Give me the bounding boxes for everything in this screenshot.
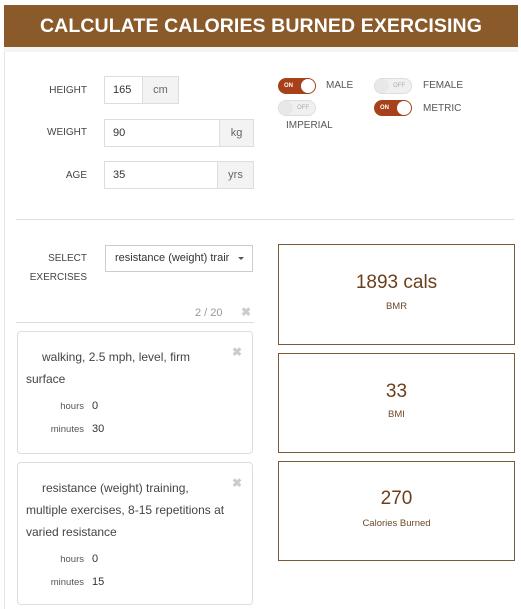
female-label: FEMALE — [423, 80, 464, 91]
age-input[interactable]: 35 — [105, 162, 217, 188]
exercise-name: walking, 2.5 mph, level, firm surface — [26, 350, 191, 386]
section-divider — [16, 219, 514, 220]
calories-label: Calories Burned — [362, 518, 431, 529]
hours-label: hours — [60, 401, 84, 412]
age-label: AGE — [65, 170, 87, 181]
male-toggle[interactable]: ON — [278, 78, 316, 94]
caret-down-icon — [238, 257, 244, 260]
toggle-knob — [301, 79, 315, 93]
male-toggle-state: ON — [284, 83, 293, 89]
remove-exercise-icon[interactable]: ✖ — [232, 476, 242, 490]
bmr-label: BMR — [385, 301, 408, 312]
female-toggle[interactable]: OFF — [374, 78, 412, 94]
height-input[interactable]: 165 — [105, 77, 142, 103]
bmi-value: 33 — [385, 381, 408, 402]
list-divider — [16, 322, 254, 323]
header-shadow — [4, 47, 518, 52]
imperial-toggle-state: OFF — [297, 105, 309, 111]
exercise-select[interactable]: resistance (weight) trair — [105, 245, 253, 272]
page-title: CALCULATE CALORIES BURNED EXERCISING — [4, 5, 518, 47]
bmi-result: 33 BMI — [278, 353, 515, 453]
bmr-result: 1893 cals BMR — [278, 244, 515, 345]
calories-result: 270 Calories Burned — [278, 461, 515, 561]
age-field[interactable]: 35 yrs — [104, 161, 254, 189]
toggle-knob — [279, 101, 293, 115]
minutes-label: minutes — [50, 424, 84, 435]
bmi-label: BMI — [388, 409, 405, 420]
metric-toggle-state: ON — [380, 105, 389, 111]
select-exercises-label-2: EXERCISES — [29, 272, 87, 283]
imperial-toggle[interactable]: OFF — [278, 100, 316, 116]
toggle-knob — [375, 79, 389, 93]
exercise-select-value: resistance (weight) trair — [115, 252, 230, 264]
minutes-label: minutes — [50, 577, 84, 588]
imperial-label: IMPERIAL — [286, 120, 333, 131]
height-label: HEIGHT — [49, 85, 87, 96]
frame-border — [4, 5, 5, 609]
hours-value[interactable]: 0 — [92, 400, 98, 412]
calories-value: 270 — [380, 488, 413, 509]
remove-exercise-icon[interactable]: ✖ — [232, 345, 242, 359]
metric-toggle[interactable]: ON — [374, 100, 412, 116]
male-label: MALE — [326, 80, 354, 91]
weight-input[interactable]: 90 — [105, 120, 219, 146]
exercise-count: 2 / 20 — [195, 307, 223, 319]
select-exercises-label-1: SELECT — [48, 253, 87, 264]
weight-label: WEIGHT — [47, 127, 87, 138]
weight-field[interactable]: 90 kg — [104, 119, 254, 147]
minutes-value[interactable]: 30 — [92, 423, 104, 435]
height-field[interactable]: 165 cm — [104, 76, 179, 104]
metric-label: METRIC — [423, 103, 462, 114]
clear-all-icon[interactable]: ✖ — [241, 305, 251, 319]
exercise-card: resistance (weight) training, multiple e… — [17, 462, 253, 605]
minutes-value[interactable]: 15 — [92, 576, 104, 588]
height-unit: cm — [142, 77, 178, 103]
hours-value[interactable]: 0 — [92, 553, 98, 565]
female-toggle-state: OFF — [393, 83, 405, 89]
age-unit: yrs — [217, 162, 253, 188]
bmr-value: 1893 cals — [355, 272, 438, 293]
weight-unit: kg — [219, 120, 253, 146]
toggle-knob — [397, 101, 411, 115]
exercise-name: resistance (weight) training, multiple e… — [26, 481, 225, 539]
hours-label: hours — [60, 554, 84, 565]
exercise-card: walking, 2.5 mph, level, firm surface ✖ … — [17, 331, 253, 454]
